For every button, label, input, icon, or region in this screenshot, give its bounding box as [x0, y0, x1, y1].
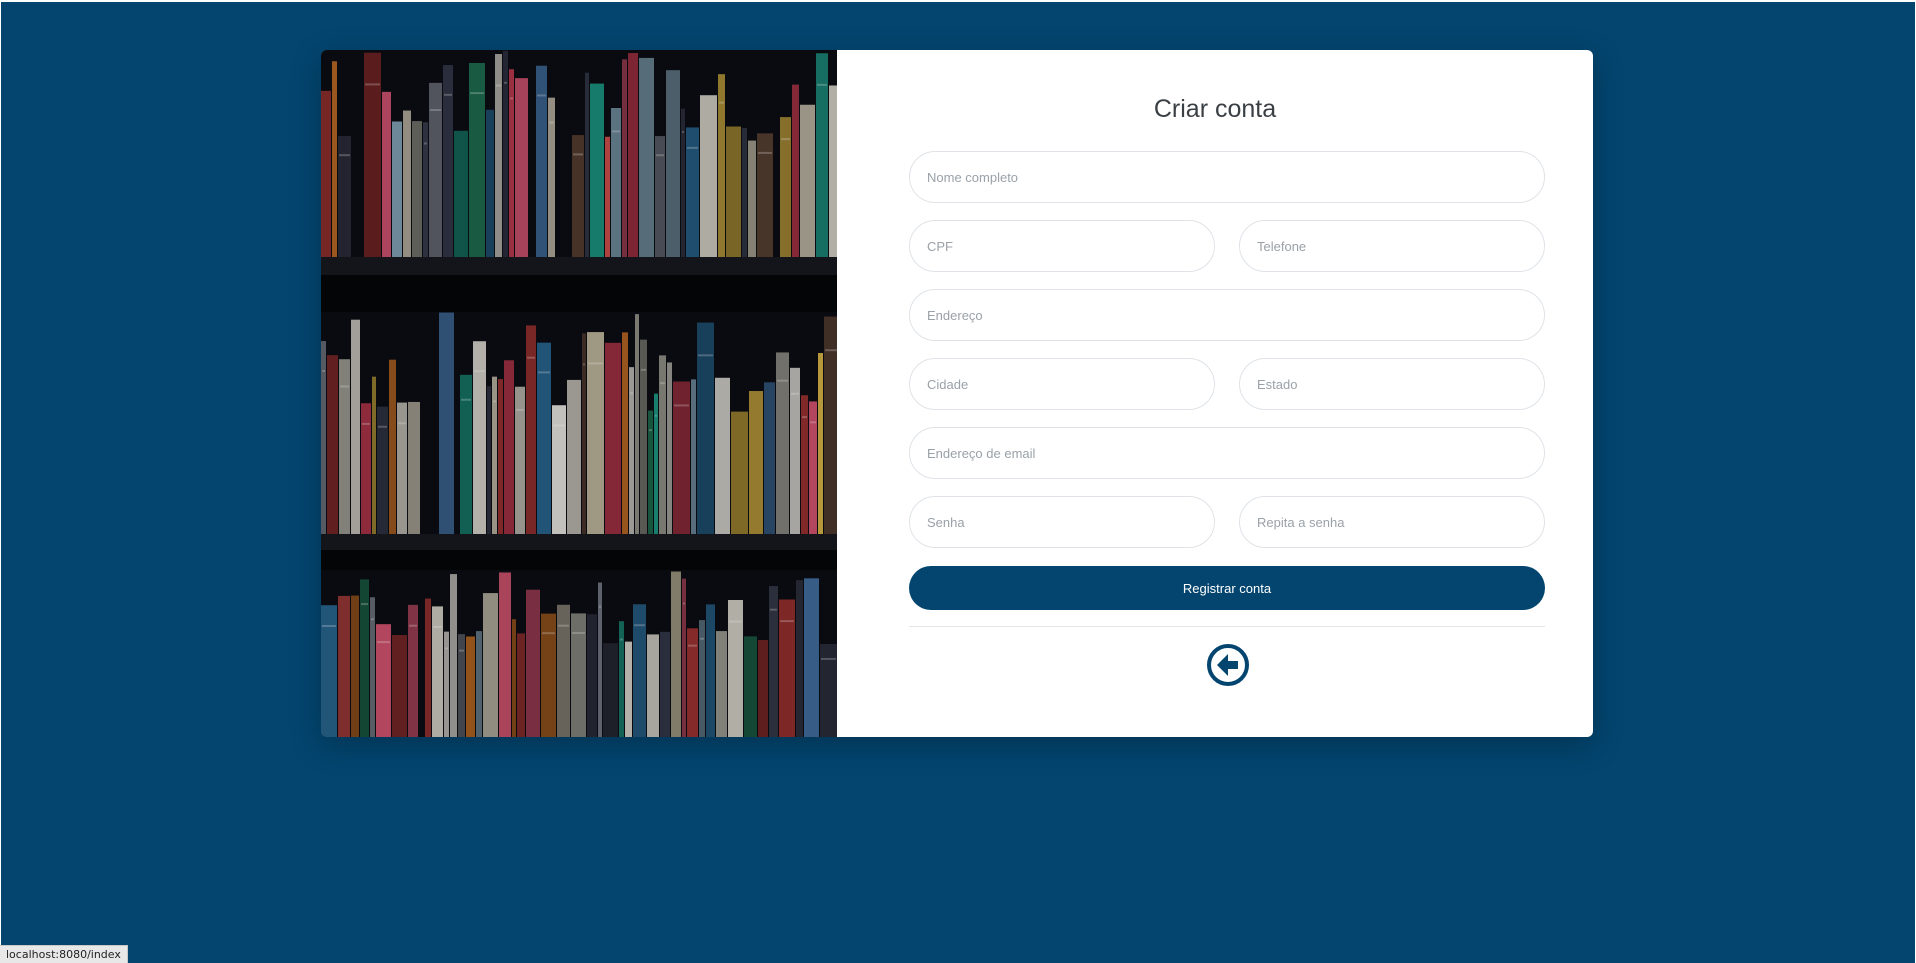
cpf-input[interactable] — [910, 221, 1214, 271]
divider — [909, 626, 1545, 627]
bookshelf-photo — [321, 50, 837, 737]
repeat-password-input[interactable] — [1240, 497, 1544, 547]
back-button[interactable] — [1206, 643, 1250, 687]
arrow-left-circle-icon — [1207, 644, 1249, 686]
state-field[interactable] — [1239, 358, 1545, 410]
register-button[interactable]: Registrar conta — [909, 566, 1545, 610]
email-input[interactable] — [910, 428, 1544, 478]
full-name-field[interactable] — [909, 151, 1545, 203]
register-form: Criar conta Registrar conta — [837, 50, 1593, 737]
city-input[interactable] — [910, 359, 1214, 409]
cpf-field[interactable] — [909, 220, 1215, 272]
full-name-input[interactable] — [910, 152, 1544, 202]
phone-field[interactable] — [1239, 220, 1545, 272]
form-title: Criar conta — [1153, 95, 1277, 123]
register-card: Criar conta Registrar conta — [321, 50, 1593, 737]
address-input[interactable] — [910, 290, 1544, 340]
city-field[interactable] — [909, 358, 1215, 410]
phone-input[interactable] — [1240, 221, 1544, 271]
password-input[interactable] — [910, 497, 1214, 547]
password-field[interactable] — [909, 496, 1215, 548]
status-bar-url: localhost:8080/index — [0, 945, 128, 963]
email-field[interactable] — [909, 427, 1545, 479]
address-field[interactable] — [909, 289, 1545, 341]
repeat-password-field[interactable] — [1239, 496, 1545, 548]
state-input[interactable] — [1240, 359, 1544, 409]
